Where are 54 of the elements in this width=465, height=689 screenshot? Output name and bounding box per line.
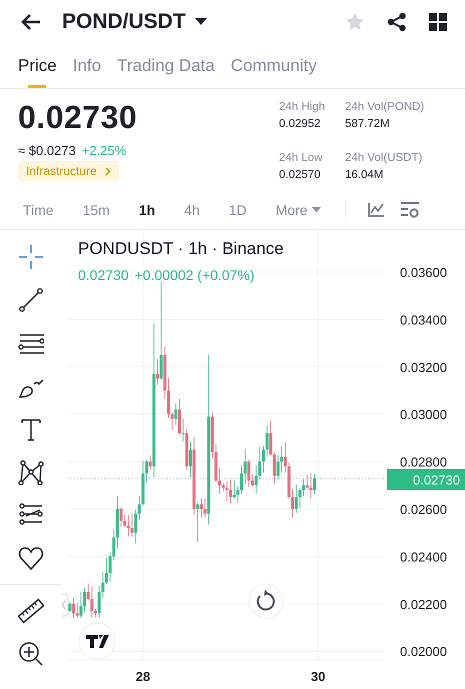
price-axis-label: 0.02200 xyxy=(400,596,447,612)
price-axis-label: 0.02800 xyxy=(400,454,447,470)
price-axis-label: 0.02600 xyxy=(400,502,447,517)
tab[interactable]: Trading Data xyxy=(109,44,223,88)
interval-tab[interactable]: More xyxy=(266,202,330,218)
pattern-icon[interactable] xyxy=(18,459,44,485)
back-icon[interactable] xyxy=(20,13,42,31)
price-axis-label: 0.03200 xyxy=(400,360,447,375)
time-axis-label: 28 xyxy=(136,669,150,684)
category-tag[interactable]: Infrastructure xyxy=(18,161,119,181)
chevron-icon xyxy=(104,166,111,176)
chart-legend-values: 0.02730 +0.00002 (+0.07%) xyxy=(78,267,254,283)
crosshair-icon[interactable] xyxy=(18,244,44,270)
ruler-icon[interactable] xyxy=(18,598,44,624)
chart-legend-title: PONDUSDT · 1h · Binance xyxy=(78,239,284,258)
zoom-in-icon[interactable] xyxy=(18,641,44,667)
tab[interactable]: Info xyxy=(64,44,110,88)
stat-label: 24h Vol(POND) xyxy=(345,101,426,113)
price-axis-label: 0.02400 xyxy=(400,549,447,564)
reset-chart-button[interactable] xyxy=(248,584,284,618)
stat-value: 16.04M xyxy=(345,168,384,180)
stat-label: 24h Low xyxy=(279,152,324,164)
stat-value: 0.02570 xyxy=(279,168,322,180)
caret-icon[interactable] xyxy=(194,18,207,26)
price-axis-label: 0.02000 xyxy=(400,644,447,660)
interval-tab[interactable]: 4h xyxy=(175,202,209,218)
stat-value: 0.02952 xyxy=(279,118,322,130)
caret-icon xyxy=(312,206,321,212)
chart-settings-icon[interactable] xyxy=(366,202,385,218)
price-axis-label: 0.03000 xyxy=(400,407,447,422)
stat-label: 24h High xyxy=(279,101,326,113)
price-change: +2.25% xyxy=(82,143,126,158)
interval-tab[interactable]: 1h xyxy=(130,202,164,218)
interval-tab[interactable]: 1D xyxy=(220,202,256,218)
price-axis-label: 0.03400 xyxy=(400,312,447,328)
share-icon[interactable] xyxy=(387,12,407,32)
stat-label: 24h Vol(USDT) xyxy=(345,152,424,164)
star-icon[interactable] xyxy=(345,12,365,32)
trend-line-icon[interactable] xyxy=(18,287,44,313)
tab[interactable]: Price xyxy=(10,44,65,88)
interval-tab[interactable]: Time xyxy=(14,202,63,218)
last-price: 0.02730 xyxy=(18,99,138,135)
price-axis-label: 0.03600 xyxy=(400,264,447,280)
time-axis-label: 30 xyxy=(310,669,326,684)
tab[interactable]: Community xyxy=(222,44,325,88)
logo-button[interactable] xyxy=(78,622,116,660)
indicator-settings-icon[interactable] xyxy=(400,202,419,218)
current-price-tag: 0.02730 xyxy=(387,469,465,490)
interval-tab[interactable]: 15m xyxy=(74,202,119,218)
pair-title[interactable]: POND/USDT xyxy=(62,10,186,34)
grid-icon[interactable] xyxy=(429,13,447,31)
stat-value: 587.72M xyxy=(345,118,391,130)
usd-price: ≈ $0.0273 xyxy=(18,143,76,158)
heart-icon[interactable] xyxy=(18,545,44,571)
